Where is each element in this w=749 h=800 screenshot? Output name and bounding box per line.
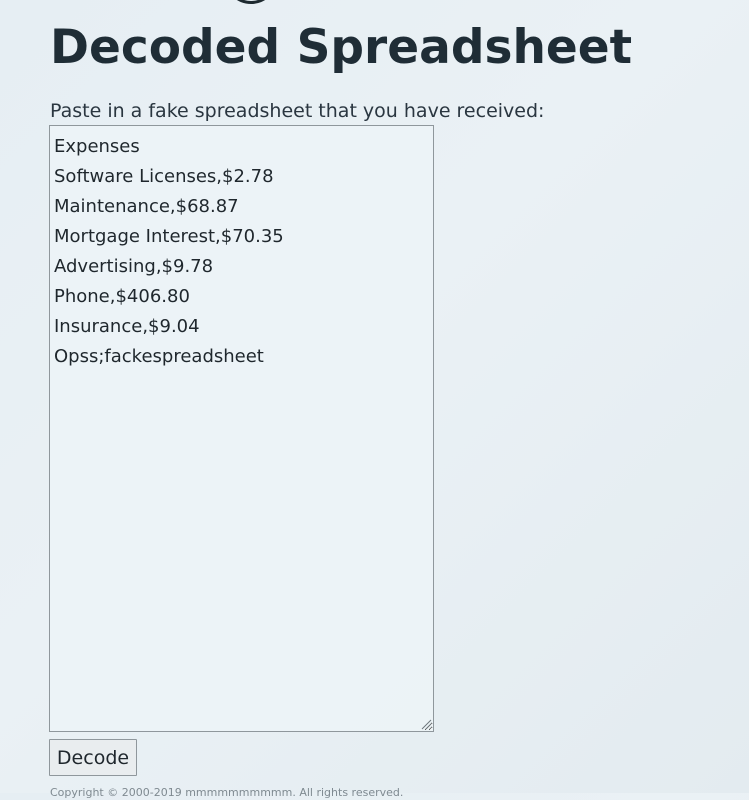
logo-icon: [224, 0, 278, 4]
spreadsheet-textarea[interactable]: Expenses Software Licenses,$2.78 Mainten…: [49, 125, 434, 732]
sheet-prompt-label: Paste in a fake spreadsheet that you hav…: [50, 100, 545, 122]
page-title: Decoded Spreadsheet: [50, 20, 633, 75]
decode-button[interactable]: Decode: [49, 739, 137, 776]
footer-copyright: Copyright © 2000-2019 mmmmmmmmmm. All ri…: [50, 786, 404, 799]
